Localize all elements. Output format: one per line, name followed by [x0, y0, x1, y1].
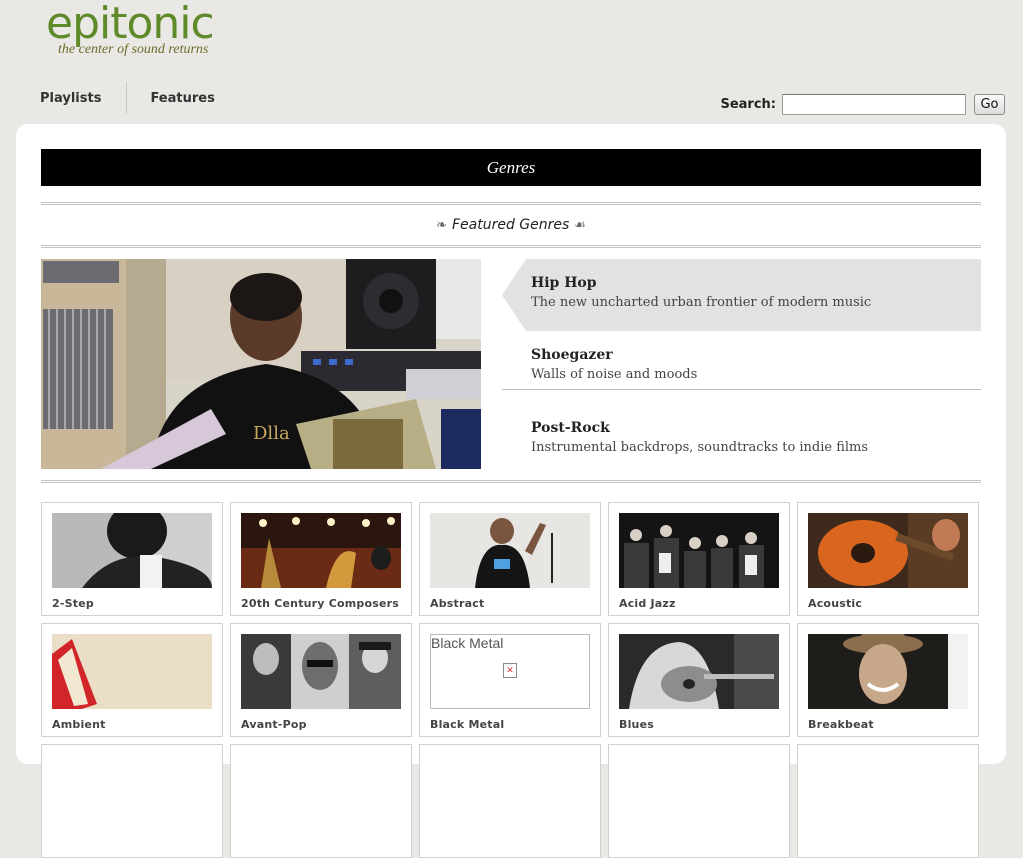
genre-tile[interactable] — [419, 744, 601, 858]
genre-thumbnail — [808, 513, 968, 588]
featured-genre-image[interactable]: Dlla — [41, 259, 481, 469]
genres-title-bar: Genres — [41, 149, 981, 186]
featured-genres-heading: ❧ Featured Genres ☙ — [41, 202, 981, 248]
genre-label: Acoustic — [808, 597, 863, 610]
genre-label: Ambient — [52, 718, 106, 731]
featured-item-desc: The new uncharted urban frontier of mode… — [531, 295, 872, 310]
featured-heading-text: Featured Genres — [451, 217, 570, 233]
ornament-right-icon: ☙ — [574, 217, 586, 233]
genre-thumbnail: Black Metal ✕ — [430, 634, 590, 709]
genre-tile-acid-jazz[interactable]: Acid Jazz — [608, 502, 790, 616]
genre-tile-ambient[interactable]: Ambient — [41, 623, 223, 737]
broken-image: Black Metal ✕ — [430, 634, 590, 709]
genre-thumbnail — [619, 634, 779, 709]
genre-tile[interactable] — [230, 744, 412, 858]
main-nav: Playlists Features — [40, 82, 215, 114]
genre-thumbnail — [241, 634, 401, 709]
genre-tile-black-metal[interactable]: Black Metal ✕ Black Metal — [419, 623, 601, 737]
nav-divider — [126, 82, 128, 114]
search-go-button[interactable]: Go — [974, 94, 1005, 115]
search-label: Search: — [720, 97, 776, 112]
genre-label: Abstract — [430, 597, 485, 610]
ornament-left-icon: ❧ — [436, 217, 447, 233]
genre-thumbnail — [619, 513, 779, 588]
genre-label: 2-Step — [52, 597, 94, 610]
content-panel: Genres ❧ Featured Genres ☙ Dlla Hip Hop … — [16, 124, 1006, 858]
genre-tile[interactable] — [608, 744, 790, 858]
genre-label: Black Metal — [430, 718, 505, 731]
featured-item-title: Post-Rock — [531, 420, 610, 436]
featured-item-title: Shoegazer — [531, 347, 613, 363]
genre-label: Acid Jazz — [619, 597, 676, 610]
search-input[interactable] — [782, 94, 966, 115]
page-title: Genres — [486, 157, 536, 177]
featured-genres-list: Hip Hop The new uncharted urban frontier… — [502, 259, 981, 476]
svg-text:Dlla: Dlla — [253, 423, 290, 444]
logo[interactable]: epitonic the center of sound returns — [46, 0, 215, 58]
genre-thumbnail — [52, 513, 212, 588]
genre-tile-abstract[interactable]: Abstract — [419, 502, 601, 616]
logo-wordmark: epitonic — [46, 0, 215, 49]
nav-features[interactable]: Features — [150, 83, 214, 114]
genre-tile-blues[interactable]: Blues — [608, 623, 790, 737]
featured-item-post-rock[interactable]: Post-Rock Instrumental backdrops, soundt… — [502, 404, 981, 476]
genre-tile-20th-century-composers[interactable]: 20th Century Composers — [230, 502, 412, 616]
featured-item-hip-hop[interactable]: Hip Hop The new uncharted urban frontier… — [502, 259, 981, 331]
search-form: Search: Go — [720, 94, 1005, 115]
genre-thumbnail — [241, 513, 401, 588]
divider — [41, 480, 981, 487]
genre-tile-breakbeat[interactable]: Breakbeat — [797, 623, 979, 737]
logo-tagline: the center of sound returns — [58, 42, 209, 57]
genre-tile[interactable] — [797, 744, 979, 858]
genre-label: 20th Century Composers — [241, 597, 400, 610]
genre-tile-avant-pop[interactable]: Avant-Pop — [230, 623, 412, 737]
image-alt-text: Black Metal — [431, 635, 504, 651]
genre-tile-2-step[interactable]: 2-Step — [41, 502, 223, 616]
featured-item-title: Hip Hop — [531, 275, 597, 291]
featured-item-desc: Instrumental backdrops, soundtracks to i… — [531, 440, 869, 455]
genre-label: Breakbeat — [808, 718, 874, 731]
genre-thumbnail — [808, 634, 968, 709]
nav-playlists[interactable]: Playlists — [40, 83, 101, 114]
featured-item-shoegazer[interactable]: Shoegazer Walls of noise and moods — [502, 331, 981, 390]
genre-tile[interactable] — [41, 744, 223, 858]
featured-item-desc: Walls of noise and moods — [531, 367, 698, 382]
genre-thumbnail — [430, 513, 590, 588]
genre-label: Blues — [619, 718, 654, 731]
genre-thumbnail — [52, 634, 212, 709]
broken-image-icon: ✕ — [503, 663, 517, 678]
genre-label: Avant-Pop — [241, 718, 307, 731]
genre-tile-acoustic[interactable]: Acoustic — [797, 502, 979, 616]
